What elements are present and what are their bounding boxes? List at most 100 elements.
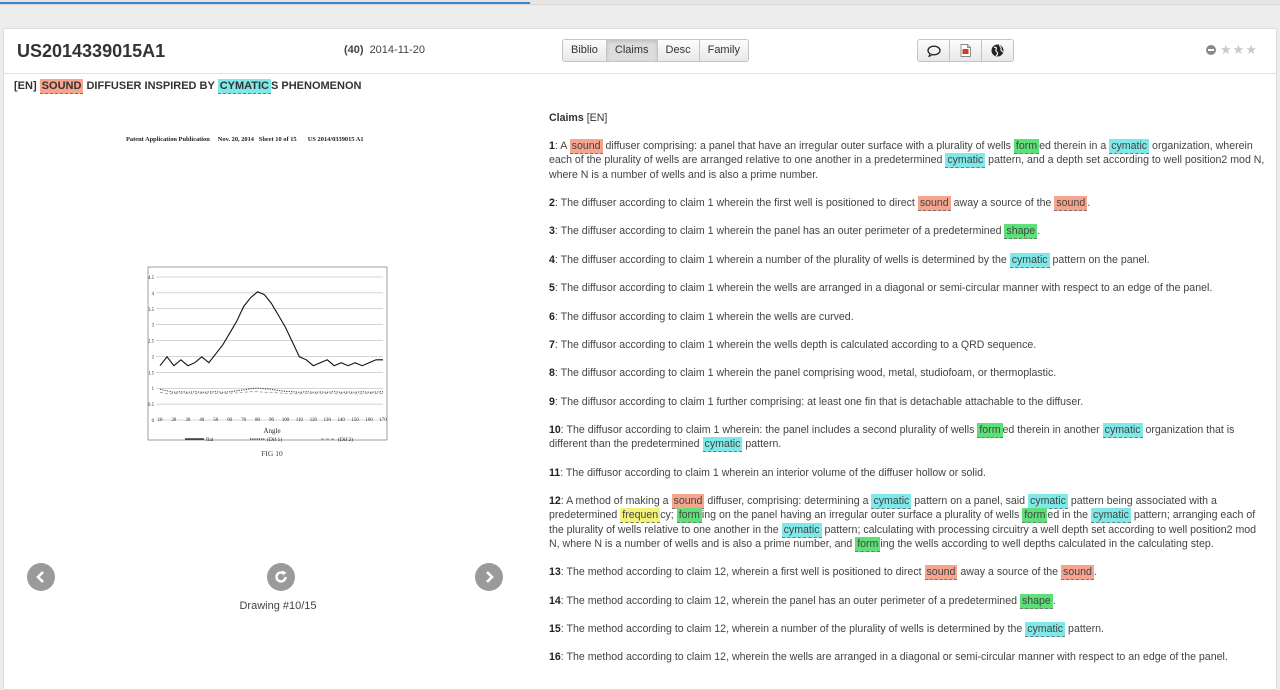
drawing-x-label: Angle xyxy=(263,427,280,435)
claim-number: 15 xyxy=(549,622,561,635)
highlight-term-form: form xyxy=(855,536,881,552)
patent-drawing[interactable]: Patent Application Publication Nov. 20, … xyxy=(126,129,411,469)
claim-item: 13: The method according to claim 12, wh… xyxy=(549,565,1267,581)
rotate-drawing-button[interactable] xyxy=(267,563,295,591)
highlight-term-form: shape xyxy=(1004,224,1038,240)
rotate-icon xyxy=(275,570,287,583)
x-tick-label: 170 xyxy=(379,418,387,423)
claim-text: : The diffuser according to claim 1 wher… xyxy=(554,253,1010,266)
claims-heading: Claims [EN] xyxy=(549,111,1267,125)
highlight-term-cymatic: cymatic xyxy=(1009,252,1050,268)
translate-button[interactable] xyxy=(981,39,1014,62)
highlight-term-cymatic: cymatic xyxy=(1027,494,1068,510)
claim-item: 10: The diffusor according to claim 1 wh… xyxy=(549,423,1267,453)
claim-item: 1: A sound diffuser comprising: a panel … xyxy=(549,139,1267,182)
highlight-term-sound: sound xyxy=(671,494,705,510)
next-drawing-button[interactable] xyxy=(475,563,503,591)
x-tick-label: 80 xyxy=(255,418,260,423)
highlight-term-sound: sound xyxy=(1054,196,1088,211)
claim-item: 2: The diffuser according to claim 1 whe… xyxy=(549,196,1267,211)
highlight-term-sound: sound xyxy=(924,565,958,581)
claim-text: pattern. xyxy=(1065,622,1104,635)
date-code: (40) xyxy=(344,44,364,56)
claim-item: 12: A method of making a sound diffuser,… xyxy=(549,494,1267,552)
x-tick-label: 130 xyxy=(324,418,332,423)
claim-text: : A xyxy=(554,140,570,153)
highlight-term-form: shape xyxy=(1019,593,1053,609)
claims-heading-label: Claims xyxy=(549,112,584,124)
tab-claims[interactable]: Claims xyxy=(605,39,658,62)
top-divider xyxy=(0,4,1280,5)
claim-text: : The diffusor according to claim 1 wher… xyxy=(554,338,1037,351)
globe-icon xyxy=(991,44,1004,57)
publication-number[interactable]: US2014339015A1 xyxy=(17,41,165,62)
claim-item: 4: The diffuser according to claim 1 whe… xyxy=(549,252,1267,268)
claim-item: 7: The diffusor according to claim 1 whe… xyxy=(549,338,1267,352)
claim-text: ing the wells according to well depths c… xyxy=(880,537,1214,550)
x-tick-label: 120 xyxy=(310,418,318,423)
title-middle: DIFFUSER INSPIRED BY xyxy=(86,80,215,92)
claim-text: diffuser comprising: a panel that have a… xyxy=(602,140,1014,153)
y-tick-label: 0.5 xyxy=(148,403,155,408)
title-highlight-sound: SOUND xyxy=(39,79,84,94)
x-tick-label: 90 xyxy=(269,418,274,423)
highlight-term-cymatic: cymatic xyxy=(781,522,822,538)
claim-text: : The method according to claim 12, wher… xyxy=(560,622,1026,635)
highlight-term-cymatic: cymatic xyxy=(702,437,743,453)
claim-text: . xyxy=(1052,594,1056,607)
x-tick-label: 110 xyxy=(296,418,304,423)
claim-text: : The method according to claim 12, wher… xyxy=(560,566,925,579)
y-tick-label: 1.5 xyxy=(148,371,155,376)
claim-number: 10 xyxy=(549,424,561,437)
view-tabs: Biblio Claims Desc Family xyxy=(562,39,749,62)
x-tick-label: 70 xyxy=(241,418,246,423)
claim-number: 13 xyxy=(549,566,561,579)
comment-button[interactable] xyxy=(917,39,950,62)
claim-item: 3: The diffuser according to claim 1 whe… xyxy=(549,224,1267,240)
drawing-fig-label: FIG 10 xyxy=(261,449,283,458)
highlight-term-sound: sound xyxy=(569,139,603,155)
claim-text: ing on the panel having an irregular out… xyxy=(701,509,1023,522)
publication-date: (40) 2014-11-20 xyxy=(344,44,425,56)
x-tick-label: 30 xyxy=(185,418,190,423)
x-tick-label: 60 xyxy=(227,418,232,423)
claim-text: : The diffusor according to claim 1 wher… xyxy=(554,310,854,323)
claim-text: : The diffusor according to claim 1 wher… xyxy=(560,424,978,437)
claim-text: ed therein in a xyxy=(1039,140,1110,153)
claim-text: . xyxy=(1037,225,1041,238)
date-value: 2014-11-20 xyxy=(369,44,426,56)
tab-biblio[interactable]: Biblio xyxy=(562,39,607,62)
claim-text: : The diffuser according to claim 1 wher… xyxy=(554,225,1005,238)
tab-family[interactable]: Family xyxy=(698,39,749,62)
prev-drawing-button[interactable] xyxy=(27,563,55,591)
x-tick-label: 50 xyxy=(213,418,218,423)
x-tick-label: 140 xyxy=(338,418,346,423)
legend-dif1: (Dif 1) xyxy=(267,436,282,443)
rating-star-2[interactable]: ★ xyxy=(1233,43,1245,56)
highlight-term-cymatic: cymatic xyxy=(1025,621,1066,637)
claim-text: pattern. xyxy=(742,438,782,451)
tab-desc[interactable]: Desc xyxy=(656,39,700,62)
title-lang: [EN] xyxy=(14,80,37,92)
rating-star-1[interactable]: ★ xyxy=(1220,43,1232,56)
claim-item: 16: The method according to claim 12, wh… xyxy=(549,650,1267,664)
claim-text: ed therein in another xyxy=(1002,424,1103,437)
legend-dif2: (Dif 2) xyxy=(338,436,353,443)
y-tick-label: 2.5 xyxy=(148,340,155,345)
rating-star-3[interactable]: ★ xyxy=(1245,43,1257,56)
claim-text: : The method according to claim 12, wher… xyxy=(560,651,1228,664)
highlight-term-sound: sound xyxy=(1061,565,1094,581)
pdf-button[interactable] xyxy=(949,39,982,62)
highlight-term-cymatic: cymatic xyxy=(1091,508,1131,524)
title-end: S PHENOMENON xyxy=(270,80,362,92)
clear-rating-icon[interactable] xyxy=(1206,45,1216,55)
comment-icon xyxy=(926,45,941,57)
claim-number: 14 xyxy=(549,594,561,607)
chevron-left-icon xyxy=(36,571,44,583)
claim-item: 9: The diffusor according to claim 1 fur… xyxy=(549,395,1267,409)
document-title: [EN] SOUND DIFFUSER INSPIRED BY CYMATIC S… xyxy=(14,79,362,94)
claim-text: : The diffusor according to claim 1 wher… xyxy=(554,367,1057,380)
document-panel: US2014339015A1 (40) 2014-11-20 Biblio Cla… xyxy=(3,28,1277,690)
highlight-term-frequency: frequen xyxy=(620,508,661,524)
pdf-icon xyxy=(960,44,971,57)
